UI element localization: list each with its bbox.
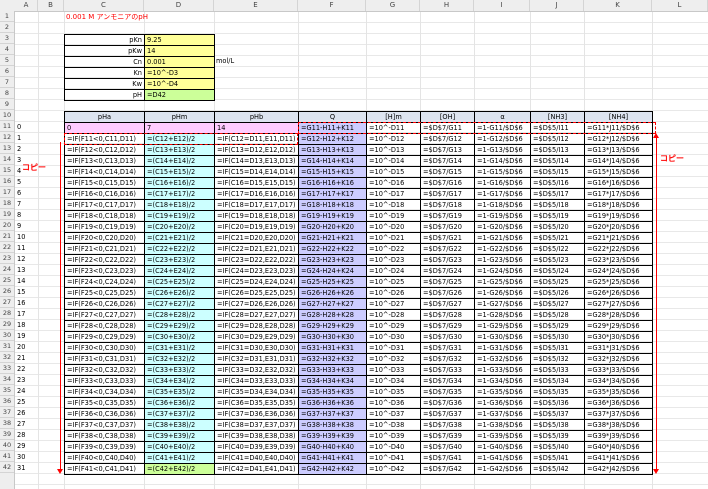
row-header-17[interactable]: 17 [0,187,14,198]
table-cell-K42[interactable]: =G42*J42/$D$6 [584,463,653,475]
row-header-19[interactable]: 19 [0,209,14,220]
row-header-28[interactable]: 28 [0,308,14,319]
table-cell-H42[interactable]: =$D$7/G42 [420,463,475,475]
column-header-B[interactable]: B [38,0,64,11]
column-header-C[interactable]: C [64,0,144,11]
row-header-16[interactable]: 16 [0,176,14,187]
row-header-39[interactable]: 39 [0,429,14,440]
row-header-22[interactable]: 22 [0,242,14,253]
column-header-F[interactable]: F [298,0,366,11]
row-header-8[interactable]: 8 [0,88,14,99]
copy-arrow-head-left [57,469,63,474]
table-cell-I42[interactable]: =1-G42/$D$6 [474,463,531,475]
copy-label-right: コピー [660,154,684,163]
copy-label-left: コピー [22,163,46,172]
row-index-31[interactable]: 31 [15,463,39,475]
row-header-31[interactable]: 31 [0,341,14,352]
row-header-38[interactable]: 38 [0,418,14,429]
row-header-15[interactable]: 15 [0,165,14,176]
row-header-32[interactable]: 32 [0,352,14,363]
row-header-21[interactable]: 21 [0,231,14,242]
table-cell-F42[interactable]: =G42-H42+K42 [298,463,367,475]
row-header-5[interactable]: 5 [0,55,14,66]
row-header-20[interactable]: 20 [0,220,14,231]
dashed-copy-box-right [298,122,656,134]
row-header-30[interactable]: 30 [0,330,14,341]
row-header-7[interactable]: 7 [0,77,14,88]
row-header-41[interactable]: 41 [0,451,14,462]
column-header-E[interactable]: E [214,0,298,11]
table-cell-G42[interactable]: =10^-D42 [366,463,421,475]
table-cell-J42[interactable]: =$D$5/I42 [530,463,585,475]
row-header-9[interactable]: 9 [0,99,14,110]
column-header-G[interactable]: G [366,0,420,11]
table-cell-D42[interactable]: =(C42+E42)/2 [144,463,215,475]
row-header-40[interactable]: 40 [0,440,14,451]
row-header-11[interactable]: 11 [0,121,14,132]
row-header-6[interactable]: 6 [0,66,14,77]
row-header-4[interactable]: 4 [0,44,14,55]
row-header-23[interactable]: 23 [0,253,14,264]
column-header-H[interactable]: H [420,0,474,11]
row-header-27[interactable]: 27 [0,297,14,308]
column-header-L[interactable]: L [652,0,708,11]
table-cell-E42[interactable]: =IF(C42=D41,E41,D41) [214,463,299,475]
row-header-35[interactable]: 35 [0,385,14,396]
row-header-36[interactable]: 36 [0,396,14,407]
param-label-pH[interactable]: pH [64,89,145,101]
param-value-pH[interactable]: =D42 [144,89,215,101]
spreadsheet: ABCDEFGHIJKL 1 2 3 4 5 6 7 8 9 10 11 12 13 14 15 16 17 18… [0,0,708,489]
row-header-24[interactable]: 24 [0,264,14,275]
row-header-37[interactable]: 37 [0,407,14,418]
row-header-26[interactable]: 26 [0,286,14,297]
row-header-34[interactable]: 34 [0,374,14,385]
row-header-2[interactable]: 2 [0,22,14,33]
copy-arrow-line-right [656,136,657,470]
row-header-1[interactable]: 1 [0,11,14,22]
column-header-A[interactable]: A [15,0,38,11]
column-header-D[interactable]: D [144,0,214,11]
row-header-29[interactable]: 29 [0,319,14,330]
row-header-25[interactable]: 25 [0,275,14,286]
row-header-12[interactable]: 12 [0,132,14,143]
column-header-K[interactable]: K [584,0,652,11]
copy-arrow-head-right [653,469,659,474]
row-header-10[interactable]: 10 [0,110,14,121]
row-header-14[interactable]: 14 [0,154,14,165]
row-header-18[interactable]: 18 [0,198,14,209]
row-header-bar: 1 2 3 4 5 6 7 8 9 10 11 12 13 14 15 16 17 18 19 20 21 22 23 24 2… [0,11,15,489]
row-header-42[interactable]: 42 [0,462,14,473]
column-header-I[interactable]: I [474,0,530,11]
row-header-33[interactable]: 33 [0,363,14,374]
copy-arrow-head-top-right [653,133,659,138]
param-unit-Cn[interactable]: mol/L [214,56,299,68]
column-header-bar: ABCDEFGHIJKL [0,0,708,12]
row-header-13[interactable]: 13 [0,143,14,154]
row-header-3[interactable]: 3 [0,33,14,44]
copy-arrow-line-left [60,142,61,470]
table-cell-C42[interactable]: =IF(F41<0,C41,D41) [64,463,145,475]
column-header-J[interactable]: J [530,0,584,11]
sheet-title[interactable]: 0.001 M アンモニアのpH [64,12,299,24]
dashed-copy-box-left [64,133,298,145]
